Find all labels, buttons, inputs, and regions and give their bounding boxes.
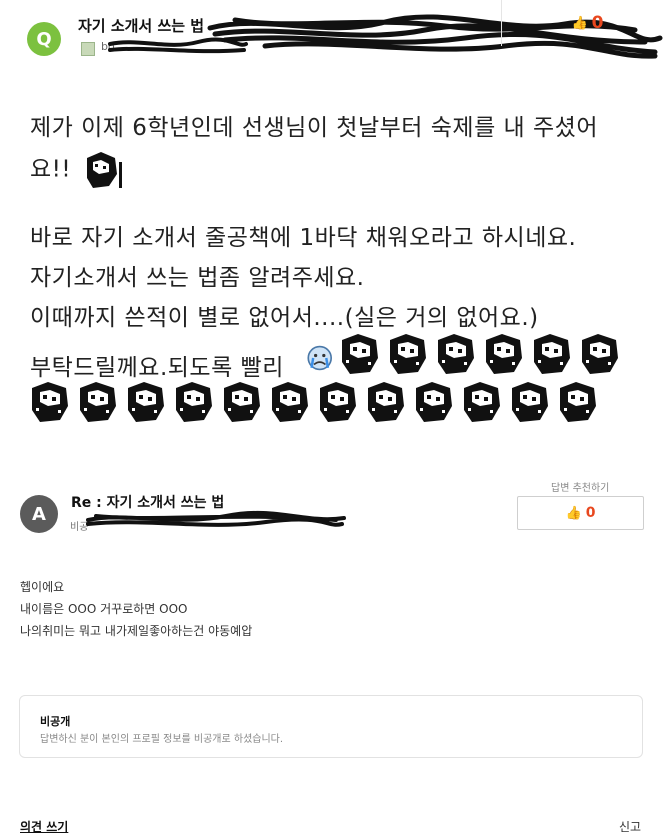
like-button[interactable]: 👍 0 <box>501 0 672 46</box>
redaction-scribble <box>108 37 248 54</box>
answer-line-2: 내이름은 OOO 거꾸로하면 OOO <box>20 602 188 616</box>
answer-title: Re : 자기 소개서 쓰는 법 <box>71 495 225 511</box>
question-line-1: 제가 이제 6학년인데 선생님이 첫날부터 숙제를 내 주셨어 <box>30 115 598 141</box>
user-profile-icon <box>81 42 95 56</box>
report-link[interactable]: 신고 <box>619 818 641 835</box>
write-opinion-link[interactable]: 의견 쓰기 <box>20 818 68 835</box>
crying-emoticon <box>307 345 332 371</box>
pixel-face-emoticons-row-1 <box>342 334 618 374</box>
thumbs-up-icon: 👍 <box>565 505 582 521</box>
answer-line-1: 헵이에요 <box>20 580 65 594</box>
question-line-4: 자기소개서 쓰는 법좀 알려주세요. <box>30 265 365 291</box>
question-title[interactable]: 자기 소개서 쓰는 법 <box>78 15 204 36</box>
question-line-2-wrap: 요!! <box>30 148 123 192</box>
private-profile-box <box>19 695 643 758</box>
like-count: 0 <box>591 13 604 33</box>
recommend-label: 답변 추천하기 <box>551 483 610 494</box>
private-title: 비공개 <box>40 715 71 728</box>
answer-badge-icon: A <box>20 495 58 533</box>
pixel-face-emoticons-row-2 <box>32 382 596 422</box>
question-line-2: 요!! <box>30 156 72 183</box>
private-description: 답변하신 분이 본인의 프로필 정보를 비공개로 하셨습니다. <box>40 734 284 745</box>
question-line-6: 부탁드릴께요.되도록 빨리 <box>30 355 284 381</box>
thumbs-up-icon: 👍 <box>571 15 588 31</box>
answer-line-3: 나의취미는 뭐고 내가제일좋아하는건 야동예압 <box>20 624 253 638</box>
redaction-scribble <box>86 510 346 527</box>
recommend-button[interactable]: 👍 0 <box>517 496 644 530</box>
question-line-5: 이때까지 쓴적이 별로 없어서....(실은 거의 없어요.) <box>30 305 539 331</box>
recommend-count: 0 <box>585 505 596 521</box>
pixel-face-emoticon <box>84 152 122 188</box>
question-badge-icon: Q <box>27 22 61 56</box>
question-line-3: 바로 자기 소개서 줄공책에 1바닥 채워오라고 하시네요. <box>30 225 577 251</box>
